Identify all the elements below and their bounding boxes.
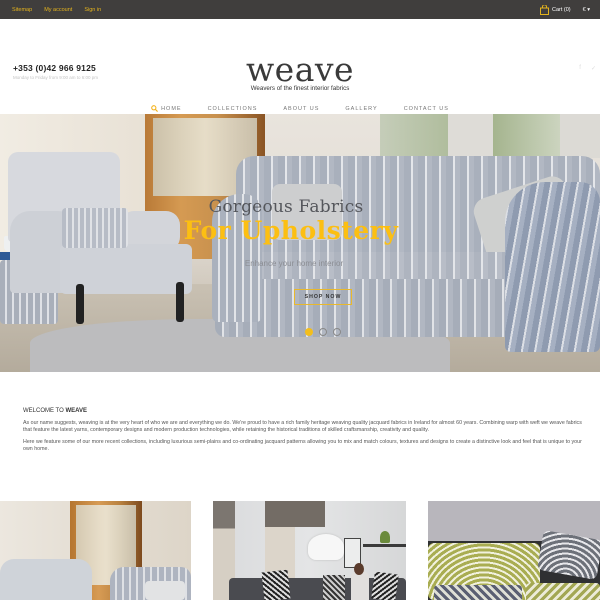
welcome-section: WELCOME TO WEAVE As our name suggests, w… bbox=[23, 408, 588, 458]
nav-home[interactable]: HOME bbox=[151, 105, 182, 112]
tile-image-lamp bbox=[308, 534, 344, 560]
welcome-paragraph: Here we feature some of our more recent … bbox=[23, 439, 582, 452]
currency-selector[interactable]: € ▾ bbox=[583, 7, 590, 13]
cart-button[interactable]: Cart (0) bbox=[540, 5, 571, 15]
nav-home-label: HOME bbox=[161, 105, 182, 112]
shop-now-button[interactable]: SHOP NOW bbox=[294, 289, 352, 305]
sitemap-link[interactable]: Sitemap bbox=[12, 7, 32, 13]
hero-image-window-frame bbox=[448, 114, 493, 158]
hero-image-sofa-base bbox=[215, 279, 545, 337]
hero-caption-line1: Gorgeous Fabrics bbox=[208, 197, 364, 217]
nav-about-us[interactable]: ABOUT US bbox=[283, 105, 319, 112]
nav-gallery[interactable]: GALLERY bbox=[345, 105, 377, 112]
my-account-link[interactable]: My account bbox=[44, 7, 72, 13]
tile-image-cushion bbox=[526, 583, 600, 600]
sign-in-link[interactable]: Sign in bbox=[84, 7, 101, 13]
hero-image-window-frame bbox=[560, 114, 600, 158]
tile-image-cushion bbox=[434, 585, 522, 600]
logo-tagline: Weavers of the finest interior fabrics bbox=[250, 85, 350, 92]
cart-label: Cart (0) bbox=[552, 6, 571, 13]
welcome-heading-prefix: WELCOME TO bbox=[23, 408, 66, 414]
top-bar: Sitemap My account Sign in Cart (0) € ▾ bbox=[0, 0, 600, 19]
collection-tiles bbox=[0, 501, 600, 600]
slider-dot-2[interactable] bbox=[319, 328, 327, 336]
hero-slider[interactable]: Gorgeous Fabrics For Upholstery Enhance … bbox=[0, 114, 600, 372]
top-links: Sitemap My account Sign in bbox=[12, 7, 101, 13]
chevron-down-icon: ▾ bbox=[587, 6, 590, 13]
slider-pagination bbox=[305, 328, 341, 336]
tile-image-pillow bbox=[145, 581, 185, 600]
logo-wordmark: weave bbox=[245, 50, 355, 89]
collection-tile[interactable] bbox=[428, 501, 600, 600]
slider-dot-3[interactable] bbox=[333, 328, 341, 336]
welcome-heading-brand: WEAVE bbox=[65, 408, 88, 414]
search-icon bbox=[151, 105, 159, 112]
tile-image-cushion bbox=[371, 571, 399, 600]
facebook-icon[interactable]: f bbox=[579, 65, 581, 72]
hero-image-chair-leg bbox=[176, 282, 184, 322]
header: +353 (0)42 966 9125 Monday to Friday fro… bbox=[0, 19, 600, 114]
tile-image-person-head bbox=[354, 563, 364, 575]
logo[interactable]: weave Weavers of the finest interior fab… bbox=[0, 50, 600, 92]
slider-dot-1[interactable] bbox=[305, 328, 313, 336]
tile-image-shelf bbox=[363, 544, 406, 547]
twitter-icon[interactable]: ✓ bbox=[591, 65, 596, 72]
currency-value: € bbox=[582, 6, 586, 13]
hero-image-chair-leg bbox=[76, 284, 84, 324]
welcome-heading: WELCOME TO WEAVE bbox=[23, 408, 588, 414]
collection-tile[interactable] bbox=[213, 501, 406, 600]
nav-collections[interactable]: COLLECTIONS bbox=[208, 105, 258, 112]
tile-image-person bbox=[351, 571, 369, 600]
collection-tile[interactable] bbox=[0, 501, 191, 600]
welcome-paragraph: As our name suggests, weaving is at the … bbox=[23, 420, 582, 433]
tile-image-cushion bbox=[261, 569, 291, 600]
nav-contact-us[interactable]: CONTACT US bbox=[404, 105, 449, 112]
shopping-bag-icon bbox=[540, 5, 549, 15]
social-links: f ✓ bbox=[579, 65, 596, 72]
tile-image-blind bbox=[265, 501, 325, 527]
main-nav: HOME COLLECTIONS ABOUT US GALLERY CONTAC… bbox=[0, 105, 600, 112]
hero-caption-line2: For Upholstery bbox=[183, 216, 399, 245]
tile-image-cushion bbox=[323, 575, 345, 600]
hero-caption-line3: Enhance your home interior bbox=[244, 259, 344, 268]
tile-image-armchair bbox=[0, 559, 92, 600]
tile-image-plant bbox=[380, 531, 390, 543]
